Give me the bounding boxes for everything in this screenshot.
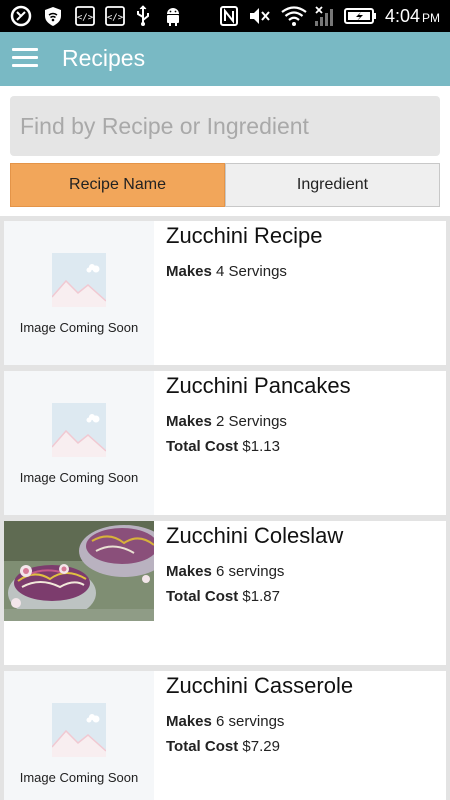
total-cost-label: Total Cost — [166, 438, 239, 455]
signal-icon — [312, 5, 340, 27]
ingredient-tab[interactable]: Ingredient — [225, 163, 440, 207]
search-input[interactable] — [10, 96, 440, 156]
recipe-title: Zucchini Casserole — [166, 673, 354, 698]
recipe-servings: Makes 6 servings — [166, 563, 284, 580]
status-time-value: 4:04 — [384, 6, 420, 26]
makes-value: 4 Servings — [216, 263, 287, 280]
sync-icon — [8, 5, 34, 27]
recipe-image-placeholder: Image Coming Soon — [4, 671, 154, 800]
status-bar: </> </> 4:04 PM — [0, 0, 450, 32]
total-cost-value: $1.13 — [242, 438, 280, 455]
recipe-card[interactable]: Image Coming Soon Zucchini Pancakes Make… — [4, 371, 446, 515]
image-coming-soon-text: Image Coming Soon — [19, 770, 139, 785]
status-time: 4:04 PM — [385, 6, 440, 27]
usb-icon — [132, 5, 154, 27]
recipe-card[interactable]: Zucchini Coleslaw Makes 6 servings Total… — [4, 521, 446, 665]
recipe-title: Zucchini Coleslaw — [166, 523, 344, 548]
image-coming-soon-text: Image Coming Soon — [19, 320, 139, 335]
svg-text:</>: </> — [77, 13, 94, 23]
recipe-title: Zucchini Pancakes — [166, 373, 351, 398]
makes-label: Makes — [166, 263, 212, 280]
recipe-cost: Total Cost $7.29 — [166, 738, 280, 755]
image-placeholder-icon — [52, 403, 106, 457]
mute-icon — [247, 5, 273, 27]
recipe-card[interactable]: Image Coming Soon Zucchini Recipe Makes … — [4, 221, 446, 365]
recipe-servings: Makes 6 servings — [166, 713, 284, 730]
total-cost-label: Total Cost — [166, 588, 239, 605]
svg-text:</>: </> — [107, 13, 124, 23]
app-bar: Recipes — [0, 32, 450, 86]
makes-value: 2 Servings — [216, 413, 287, 430]
makes-label: Makes — [166, 413, 212, 430]
status-time-ampm: PM — [422, 11, 440, 25]
makes-label: Makes — [166, 563, 212, 580]
battery-charging-icon — [343, 5, 379, 27]
makes-value: 6 servings — [216, 713, 285, 730]
android-icon — [162, 5, 184, 27]
total-cost-value: $1.87 — [242, 588, 280, 605]
recipe-card[interactable]: Image Coming Soon Zucchini Casserole Mak… — [4, 671, 446, 800]
recipe-cost: Total Cost $1.13 — [166, 438, 280, 455]
recipe-servings: Makes 2 Servings — [166, 413, 287, 430]
search-bar — [0, 86, 450, 158]
image-placeholder-icon — [52, 703, 106, 757]
recipe-image-placeholder: Image Coming Soon — [4, 221, 154, 365]
total-cost-label: Total Cost — [166, 738, 239, 755]
recipe-name-tab[interactable]: Recipe Name — [10, 163, 225, 207]
total-cost-value: $7.29 — [242, 738, 280, 755]
recipe-list: Image Coming Soon Zucchini Recipe Makes … — [0, 216, 450, 800]
recipe-servings: Makes 4 Servings — [166, 263, 287, 280]
recipe-photo — [4, 521, 154, 621]
code-icon: </> — [102, 5, 128, 27]
page-title: Recipes — [62, 45, 146, 71]
hamburger-icon[interactable] — [12, 48, 38, 68]
recipe-cost: Total Cost $1.87 — [166, 588, 280, 605]
image-placeholder-icon — [52, 253, 106, 307]
search-mode-toggle: Recipe Name Ingredient — [10, 163, 440, 207]
code-icon: </> — [72, 5, 98, 27]
recipe-image-placeholder: Image Coming Soon — [4, 371, 154, 515]
image-coming-soon-text: Image Coming Soon — [19, 470, 139, 485]
nfc-icon — [218, 5, 240, 27]
wifi-icon — [280, 5, 308, 27]
makes-value: 6 servings — [216, 563, 285, 580]
shield-wifi-icon — [40, 5, 66, 27]
recipe-title: Zucchini Recipe — [166, 223, 323, 248]
makes-label: Makes — [166, 713, 212, 730]
